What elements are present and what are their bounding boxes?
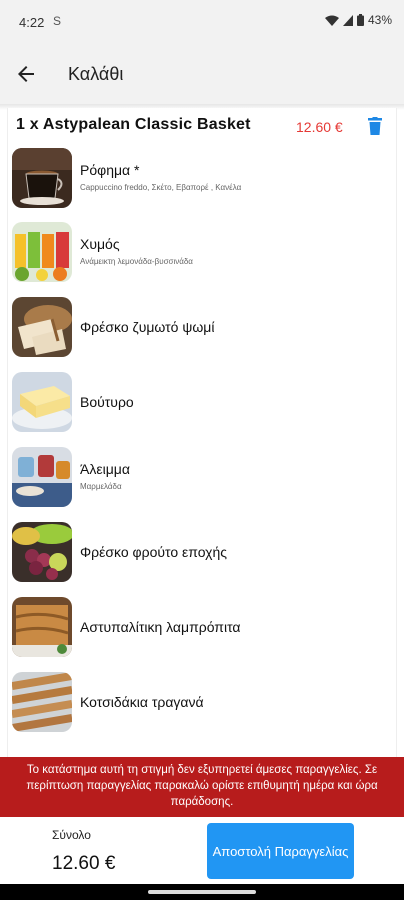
item-name: Κοτσιδάκια τραγανά <box>80 694 204 710</box>
signal-icon <box>342 14 353 26</box>
back-button[interactable] <box>14 62 38 86</box>
sim-icon: S <box>53 14 62 28</box>
app-bar: Καλάθι <box>0 44 404 104</box>
list-item: Κοτσιδάκια τραγανά <box>12 672 392 734</box>
item-name: Βούτυρο <box>80 394 134 410</box>
pie-image <box>12 597 72 657</box>
wifi-icon <box>324 15 339 26</box>
item-name: Αστυπαλίτικη λαμπρόπιτα <box>80 619 241 635</box>
item-name: Φρέσκο ζυμωτό ψωμί <box>80 319 215 335</box>
item-options: Cappuccino freddo, Σκέτο, Εβαπορέ , Κανέ… <box>80 183 242 192</box>
battery-percent: 43% <box>367 13 392 27</box>
fruit-image <box>12 522 72 582</box>
breadsticks-image <box>12 672 72 732</box>
coffee-image <box>12 148 72 208</box>
item-options: Ανάμεικτη λεμονάδα-βυσσινάδα <box>80 257 193 266</box>
basket-price: 12.60 € <box>296 119 343 135</box>
spread-image <box>12 447 72 507</box>
juice-image <box>12 222 72 282</box>
home-gesture-handle[interactable] <box>148 890 256 894</box>
item-name: Χυμός <box>80 236 120 252</box>
list-item: Αστυπαλίτικη λαμπρόπιτα <box>12 597 392 659</box>
item-name: Φρέσκο φρούτο εποχής <box>80 544 228 560</box>
list-item: Χυμός Ανάμεικτη λεμονάδα-βυσσινάδα <box>12 222 392 284</box>
bread-image <box>12 297 72 357</box>
page-title: Καλάθι <box>68 64 124 84</box>
battery-icon <box>356 14 364 26</box>
delete-basket-button[interactable] <box>368 117 382 135</box>
store-closed-notice: Το κατάστημα αυτή τη στιγμή δεν εξυπηρετ… <box>0 757 404 817</box>
trash-icon <box>368 117 382 135</box>
butter-image <box>12 372 72 432</box>
submit-order-button[interactable]: Αποστολή Παραγγελίας <box>207 823 354 879</box>
system-nav-bar <box>0 884 404 900</box>
submit-order-label: Αποστολή Παραγγελίας <box>212 843 349 859</box>
item-options: Μαρμελάδα <box>80 482 122 491</box>
status-icons: 43% <box>324 13 392 27</box>
total-value: 12.60 € <box>52 853 116 874</box>
item-name: Άλειμμα <box>80 461 130 477</box>
arrow-back-icon <box>18 66 34 82</box>
list-item: Ρόφημα * Cappuccino freddo, Σκέτο, Εβαπο… <box>12 148 392 210</box>
list-item: Άλειμμα Μαρμελάδα <box>12 447 392 509</box>
total-label: Σύνολο <box>52 828 91 842</box>
list-item: Βούτυρο <box>12 372 392 434</box>
basket-title: 1 x Astypalean Classic Basket <box>16 116 251 133</box>
status-bar: 4:22 S 43% <box>0 0 404 44</box>
status-time: 4:22 <box>19 15 45 30</box>
item-name: Ρόφημα * <box>80 162 140 178</box>
list-item: Φρέσκο φρούτο εποχής <box>12 522 392 584</box>
checkout-footer: Σύνολο 12.60 € Αποστολή Παραγγελίας <box>0 817 404 884</box>
list-item: Φρέσκο ζυμωτό ψωμί <box>12 297 392 359</box>
